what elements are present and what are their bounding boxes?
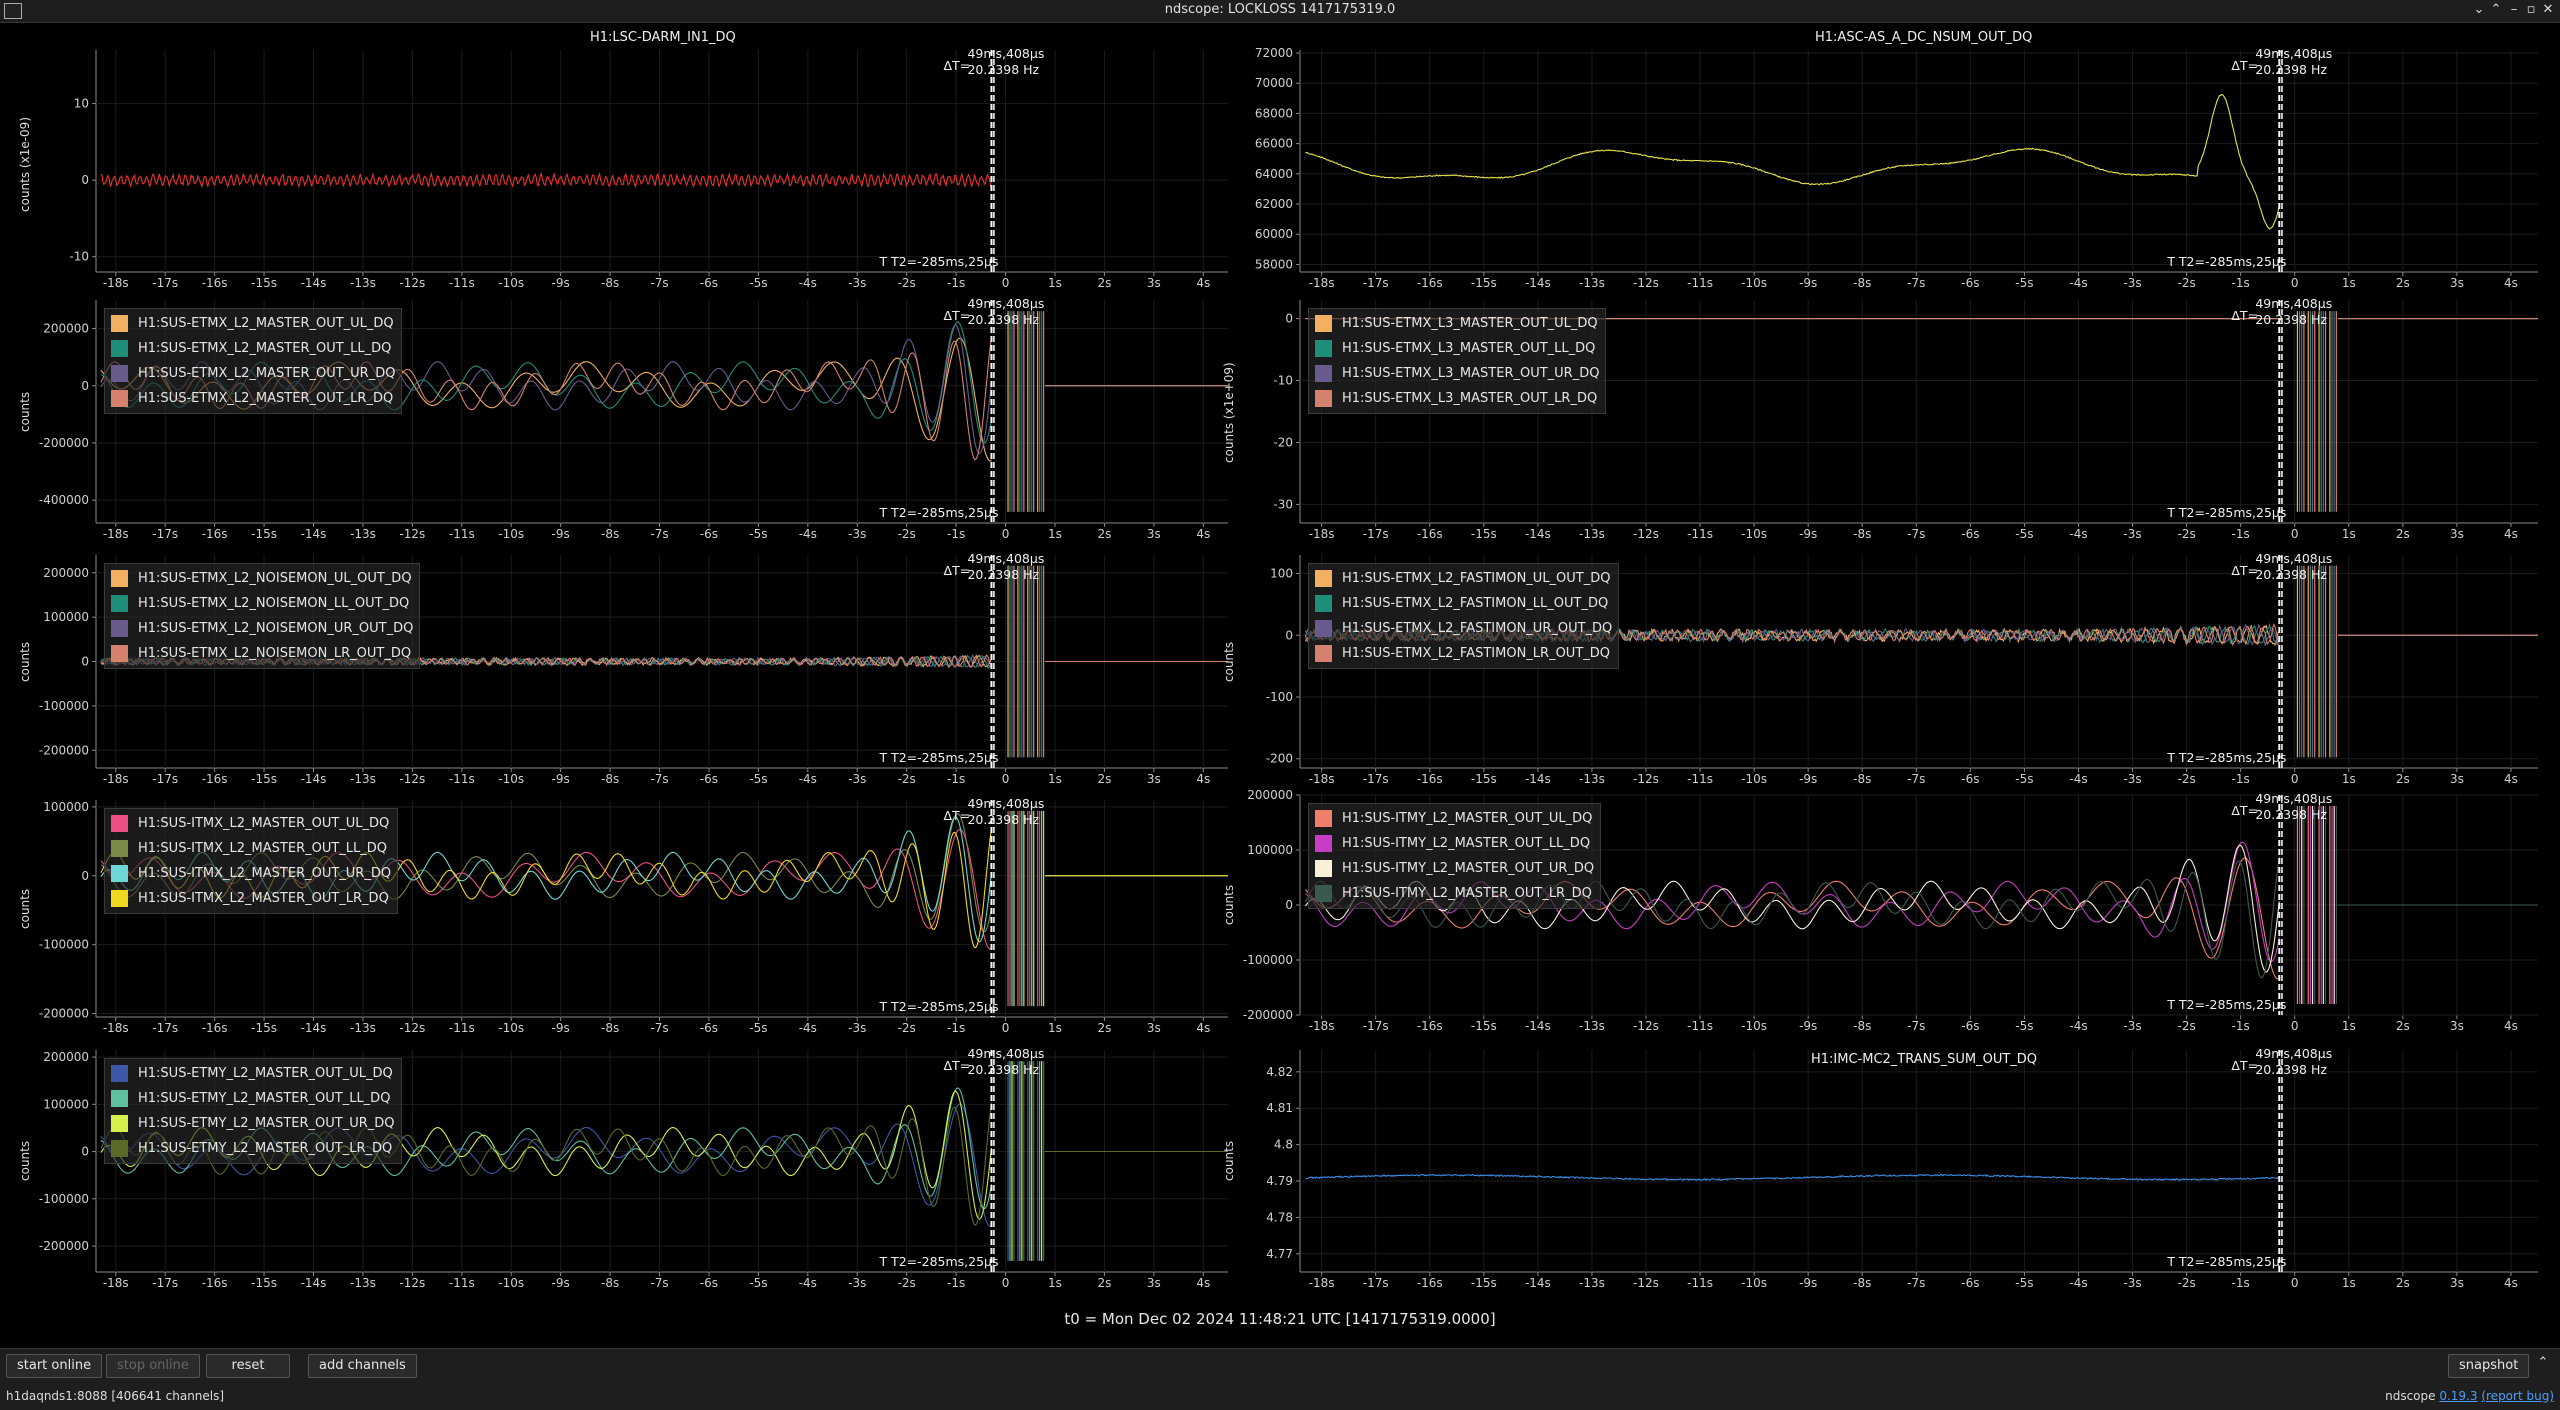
x-tick-label: -10s — [1741, 1276, 1767, 1290]
server-status: h1daqnds1:8088 [406641 channels] — [6, 1389, 225, 1403]
t0-label: t0 = Mon Dec 02 2024 11:48:21 UTC [14171… — [1064, 1310, 1496, 1328]
cursor-t2-label: T T2=-285ms,25μs — [2167, 1254, 2287, 1269]
x-tick-label: -12s — [1633, 1276, 1659, 1290]
y-tick-label: 4.78 — [1266, 1210, 1293, 1224]
snapshot-button[interactable]: snapshot — [2448, 1354, 2530, 1378]
x-tick-label: 2s — [2396, 1276, 2410, 1290]
y-tick-label: 4.82 — [1266, 1065, 1293, 1079]
chevron-up-icon[interactable]: ⌃ — [2534, 1354, 2552, 1372]
add-channels-button[interactable]: add channels — [308, 1354, 417, 1378]
x-tick-label: -18s — [1309, 1276, 1335, 1290]
x-tick-label: -13s — [1579, 1276, 1605, 1290]
x-tick-label: -2s — [2177, 1276, 2195, 1290]
x-tick-label: -11s — [1687, 1276, 1713, 1290]
bottom-toolbar: start online stop online reset add chann… — [0, 1348, 2560, 1410]
y-tick-label: 4.77 — [1266, 1247, 1293, 1261]
cursor-t1-label: 49ms,408μs 20.2398 Hz — [2255, 1046, 2332, 1078]
cursor-delta-label: ΔT= — [2231, 1058, 2258, 1073]
stop-online-button[interactable]: stop online — [106, 1354, 200, 1378]
report-bug-link[interactable]: (report bug) — [2481, 1389, 2554, 1403]
x-tick-label: 1s — [2342, 1276, 2356, 1290]
x-tick-label: -17s — [1363, 1276, 1389, 1290]
x-tick-label: -5s — [2015, 1276, 2033, 1290]
y-tick-label: 4.79 — [1266, 1174, 1293, 1188]
x-tick-label: 4s — [2504, 1276, 2518, 1290]
plot-title: H1:IMC-MC2_TRANS_SUM_OUT_DQ — [1811, 1052, 2038, 1067]
version-link[interactable]: 0.19.3 — [2439, 1389, 2477, 1403]
version-prefix: ndscope — [2385, 1389, 2440, 1403]
x-tick-label: -1s — [2232, 1276, 2250, 1290]
x-tick-label: -15s — [1471, 1276, 1497, 1290]
cursor-frequency: 20.2398 Hz — [2255, 1062, 2327, 1077]
series-trace — [1305, 1173, 2280, 1182]
cursor-t1-value: 49ms,408μs — [2255, 1046, 2333, 1061]
x-tick-label: -16s — [1417, 1276, 1443, 1290]
x-tick-label: 0 — [2291, 1276, 2299, 1290]
y-tick-label: 4.8 — [1274, 1138, 1293, 1152]
x-tick-label: -9s — [1799, 1276, 1817, 1290]
x-tick-label: -4s — [2069, 1276, 2087, 1290]
x-tick-label: 3s — [2450, 1276, 2464, 1290]
x-tick-label: -7s — [1907, 1276, 1925, 1290]
y-axis-label: counts — [1222, 1141, 1236, 1182]
version-info: ndscope 0.19.3 (report bug) — [2385, 1389, 2554, 1403]
reset-button[interactable]: reset — [206, 1354, 290, 1378]
x-tick-label: -14s — [1525, 1276, 1551, 1290]
x-tick-label: -3s — [2123, 1276, 2141, 1290]
y-tick-label: 4.81 — [1266, 1101, 1293, 1115]
plot-canvas[interactable]: -18s -17s -16s -15s -14s -13s -12s -11s -10s -9s -… — [0, 0, 2560, 1409]
start-online-button[interactable]: start online — [6, 1354, 103, 1378]
x-tick-label: -6s — [1961, 1276, 1979, 1290]
x-tick-label: -8s — [1853, 1276, 1871, 1290]
